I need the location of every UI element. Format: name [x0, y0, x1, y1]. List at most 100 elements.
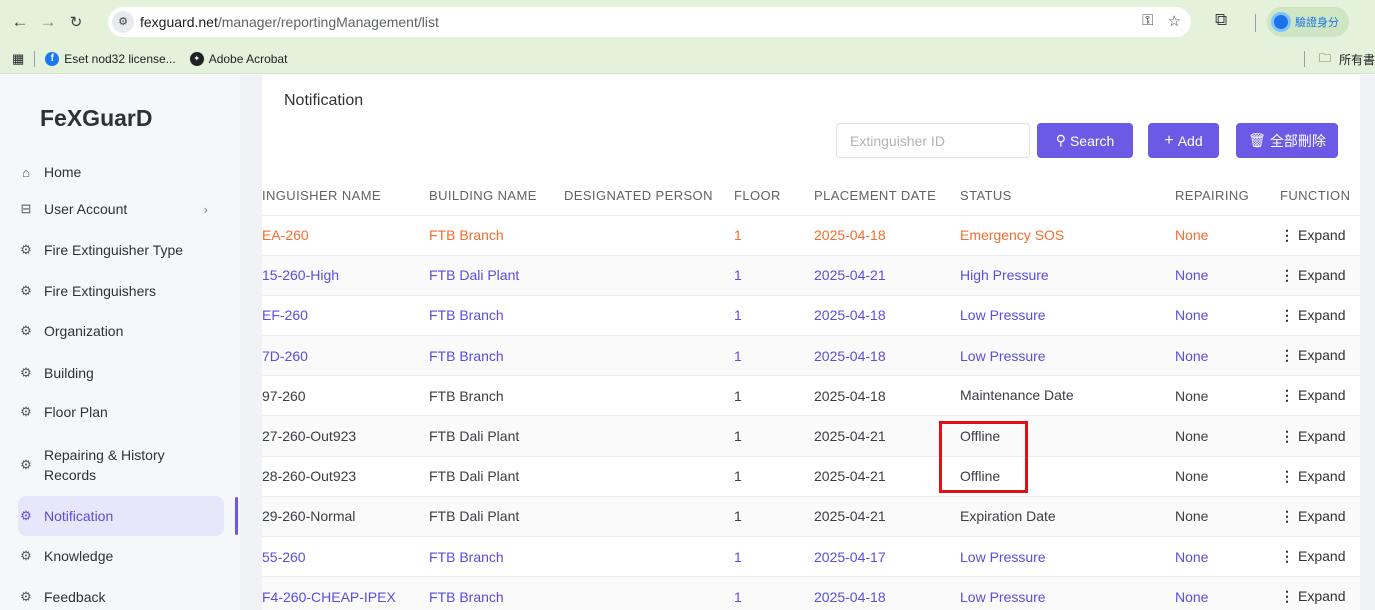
sidebar-scrollbar[interactable] — [235, 497, 238, 535]
plus-icon: + — [1164, 131, 1174, 149]
cell-designated-person — [564, 496, 734, 538]
cell-repairing: None — [1175, 576, 1280, 610]
column-header-floor: FLOOR — [734, 177, 814, 216]
expand-button[interactable]: ⋮ Expand — [1280, 548, 1345, 564]
cell-building-name: FTB Branch — [429, 215, 564, 256]
cell-status: Low Pressure — [960, 295, 1175, 337]
cell-building-name: FTB Branch — [429, 335, 564, 377]
table-row[interactable]: 97-260 FTB Branch 1 2025-04-18 Maintenance D… — [262, 375, 1360, 417]
expand-button[interactable]: ⋮ Expand — [1280, 468, 1345, 484]
cell-designated-person — [564, 576, 734, 610]
expand-label: Expand — [1298, 427, 1346, 444]
cell-repairing: None — [1175, 415, 1280, 457]
cell-repairing: None — [1175, 215, 1280, 256]
more-vertical-icon: ⋮ — [1280, 548, 1294, 565]
url-text[interactable]: fexguard.net/manager/reportingManagement… — [140, 14, 439, 30]
expand-button[interactable]: ⋮ Expand — [1280, 387, 1345, 403]
url-path: /manager/reportingManagement/list — [217, 14, 439, 30]
bookmark-eset[interactable]: f Eset nod32 license... — [45, 51, 176, 66]
table-row[interactable]: 7D-260 FTB Branch 1 2025-04-18 Low Pressure N… — [262, 335, 1360, 377]
search-button[interactable]: ⚲ Search — [1037, 123, 1133, 158]
cell-floor: 1 — [734, 576, 814, 610]
expand-button[interactable]: ⋮ Expand — [1280, 347, 1345, 363]
extensions-icon[interactable]: ⧉ — [1215, 10, 1227, 30]
reload-icon[interactable]: ↻ — [62, 13, 90, 31]
cell-designated-person — [564, 295, 734, 337]
cell-repairing: None — [1175, 255, 1280, 296]
cell-extinguisher-name: 7D-260 — [262, 335, 429, 377]
sidebar-item-notification[interactable]: ⚙ Notification — [18, 496, 224, 536]
apps-grid-icon[interactable]: ▦ — [12, 51, 24, 67]
expand-label: Expand — [1298, 266, 1346, 283]
sidebar-item-organization[interactable]: ⚙ Organization — [18, 316, 224, 346]
expand-button[interactable]: ⋮ Expand — [1280, 428, 1345, 444]
sidebar-item-home[interactable]: ⌂ Home — [18, 157, 224, 187]
bookmark-label: Adobe Acrobat — [208, 51, 288, 66]
expand-label: Expand — [1298, 347, 1346, 364]
cell-building-name: FTB Dali Plant — [429, 496, 564, 538]
sidebar-item-knowledge[interactable]: ⚙ Knowledge — [18, 541, 224, 571]
sidebar-item-building[interactable]: ⚙ Building — [18, 358, 224, 388]
browser-toolbar: ← → ↻ ⚙ fexguard.net/manager/reportingMa… — [0, 0, 1375, 44]
more-vertical-icon: ⋮ — [1280, 306, 1294, 323]
sidebar-item-label: User Account — [44, 201, 128, 217]
expand-button[interactable]: ⋮ Expand — [1280, 588, 1345, 604]
site-info-icon[interactable]: ⚙ — [112, 11, 134, 33]
cell-extinguisher-name: 97-260 — [262, 375, 429, 417]
column-header-placement-date: PLACEMENT DATE — [814, 177, 960, 216]
sidebar-item-user-account[interactable]: ⊟ User Account › — [18, 194, 224, 224]
sidebar: FeXGuarD ⌂ Home ⊟ User Account › ⚙ Fire … — [0, 75, 240, 610]
extinguisher-id-search-input[interactable] — [836, 123, 1030, 158]
address-bar[interactable]: ⚙ fexguard.net/manager/reportingManageme… — [108, 7, 1191, 37]
expand-button[interactable]: ⋮ Expand — [1280, 227, 1345, 243]
table-header-row: INGUISHER NAME BUILDING NAME DESIGNATED … — [262, 177, 1360, 216]
star-icon[interactable]: ☆ — [1168, 12, 1181, 30]
expand-label: Expand — [1298, 306, 1346, 323]
profile-label: 驗證身分 — [1295, 17, 1339, 29]
offline-highlight-box — [939, 421, 1028, 493]
cell-repairing: None — [1175, 335, 1280, 377]
bookmark-divider — [1303, 51, 1305, 67]
add-button[interactable]: + Add — [1148, 123, 1219, 158]
more-vertical-icon: ⋮ — [1280, 347, 1294, 364]
sidebar-item-fire-extinguisher-type[interactable]: ⚙ Fire Extinguisher Type — [18, 235, 224, 265]
cell-floor: 1 — [734, 496, 814, 538]
sidebar-item-repairing-history-records[interactable]: ⚙ Repairing & History Records — [18, 442, 224, 488]
sidebar-item-label: Repairing & History — [44, 447, 165, 463]
sidebar-item-feedback[interactable]: ⚙ Feedback — [18, 582, 224, 610]
table-row[interactable]: 15-260-High FTB Dali Plant 1 2025-04-21 High… — [262, 255, 1360, 296]
bookmark-adobe[interactable]: ✦ Adobe Acrobat — [189, 51, 288, 66]
sidebar-item-fire-extinguishers[interactable]: ⚙ Fire Extinguishers — [18, 276, 224, 306]
expand-button[interactable]: ⋮ Expand — [1280, 508, 1345, 524]
cell-building-name: FTB Branch — [429, 375, 564, 417]
cell-function: ⋮ Expand — [1280, 415, 1360, 457]
table-row[interactable]: EF-260 FTB Branch 1 2025-04-18 Low Pressure N… — [262, 295, 1360, 337]
key-icon[interactable]: ⚿ — [1142, 12, 1153, 30]
profile-button[interactable]: 驗證身分 — [1267, 7, 1349, 37]
cell-repairing: None — [1175, 496, 1280, 538]
back-arrow-icon[interactable]: ← — [6, 12, 34, 32]
table-row[interactable]: 27-260-Out923 FTB Dali Plant 1 2025-04-21 Of… — [262, 415, 1360, 457]
expand-button[interactable]: ⋮ Expand — [1280, 307, 1345, 323]
column-header-building-name: BUILDING NAME — [429, 177, 564, 216]
cell-function: ⋮ Expand — [1280, 295, 1360, 337]
delete-all-button[interactable]: 🗑 全部刪除 — [1236, 123, 1338, 158]
cell-designated-person — [564, 335, 734, 377]
cell-function: ⋮ Expand — [1280, 496, 1360, 538]
cell-extinguisher-name: 29-260-Normal — [262, 496, 429, 538]
facebook-icon: f — [45, 51, 60, 66]
table-row[interactable]: 55-260 FTB Branch 1 2025-04-17 Low Pressure N… — [262, 536, 1360, 578]
table-row[interactable]: 28-260-Out923 FTB Dali Plant 1 2025-04-21 Of… — [262, 456, 1360, 497]
table-row[interactable]: 29-260-Normal FTB Dali Plant 1 2025-04-21 Ex… — [262, 496, 1360, 538]
cell-repairing: None — [1175, 536, 1280, 578]
expand-button[interactable]: ⋮ Expand — [1280, 267, 1345, 283]
toolbar-divider — [1255, 14, 1256, 32]
sidebar-item-floor-plan[interactable]: ⚙ Floor Plan — [18, 397, 224, 427]
cell-floor: 1 — [734, 255, 814, 296]
column-header-status: STATUS — [960, 177, 1175, 216]
cell-function: ⋮ Expand — [1280, 255, 1360, 296]
forward-arrow-icon[interactable]: → — [34, 12, 62, 32]
table-row[interactable]: F4-260-CHEAP-IPEX FTB Branch 1 2025-04-18 Lo… — [262, 576, 1360, 610]
table-row[interactable]: EA-260 FTB Branch 1 2025-04-18 Emergency SOS… — [262, 215, 1360, 256]
all-bookmarks-link[interactable]: 所有書 — [1339, 51, 1375, 68]
